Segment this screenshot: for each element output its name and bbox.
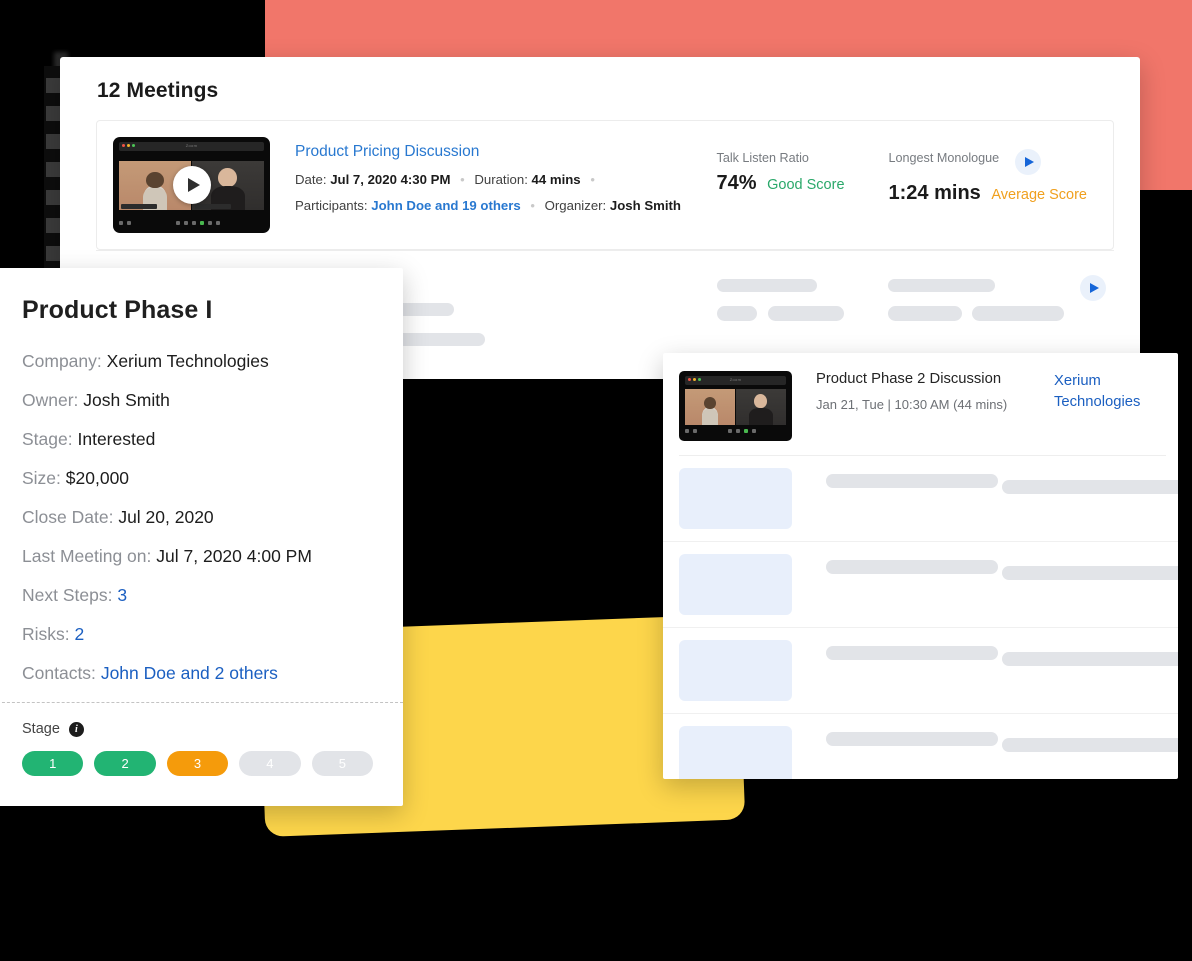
date-value: Jul 7, 2020 4:30 PM <box>330 172 451 187</box>
deal-field-list: Company: Xerium Technologies Owner: Josh… <box>22 351 373 684</box>
field-value-link[interactable]: 3 <box>117 585 127 605</box>
meeting-detail-subtitle: Jan 21, Tue | 10:30 AM (44 mins) <box>816 397 1008 412</box>
metric-value-2: 1:24 mins Average Score <box>889 182 1087 205</box>
organizer-value: Josh Smith <box>609 198 681 213</box>
deal-field-close-date: Close Date: Jul 20, 2020 <box>22 507 373 528</box>
video-app-label: Zoom <box>185 143 198 148</box>
meeting-detail-skeleton-row <box>663 628 1178 714</box>
skeleton-media-box <box>679 726 792 779</box>
skeleton-media-box <box>679 640 792 701</box>
meeting-detail-skeleton-row <box>663 542 1178 628</box>
meeting-detail-panel: Zoom Product Phase 2 Discussion Jan 21, … <box>663 353 1178 779</box>
field-value: $20,000 <box>65 468 130 488</box>
meeting-info: Product Pricing Discussion Date: Jul 7, … <box>270 137 717 213</box>
field-value: Interested <box>77 429 156 449</box>
separator-dot-2: • <box>530 198 535 213</box>
video-toolbar <box>119 218 264 228</box>
stage-label: Stage <box>22 721 60 737</box>
participant-name-right <box>195 204 231 209</box>
page-root: 12 Meetings Zoom Product Pricing Discuss… <box>0 0 1192 961</box>
stage-section-header: Stage i <box>22 721 373 737</box>
meeting-title-link[interactable]: Product Pricing Discussion <box>295 143 479 161</box>
field-value-link[interactable]: 2 <box>75 624 85 644</box>
meeting-detail-titles: Product Phase 2 Discussion Jan 21, Tue |… <box>792 371 1164 441</box>
meeting-detail-title: Product Phase 2 Discussion <box>816 371 1002 387</box>
deal-field-last-meeting: Last Meeting on: Jul 7, 2020 4:00 PM <box>22 546 373 567</box>
field-key: Next Steps: <box>22 585 113 605</box>
organizer-label: Organizer: <box>544 198 607 213</box>
meeting-participants-row: Participants: John Doe and 19 others • O… <box>295 198 717 213</box>
play-icon[interactable] <box>172 166 211 204</box>
meeting-video-thumbnail[interactable]: Zoom <box>113 137 270 233</box>
stage-pill-2[interactable]: 2 <box>94 751 156 776</box>
skeleton-media-box <box>679 468 792 529</box>
metric-number: 74% <box>716 172 757 194</box>
stage-pill-row: 1 2 3 4 5 <box>22 751 374 776</box>
deal-field-owner: Owner: Josh Smith <box>22 390 373 411</box>
skeleton-media-box <box>679 554 792 615</box>
meeting-detail-skeleton-row <box>663 714 1178 779</box>
metric-value: 74% Good Score <box>717 172 845 195</box>
metric-longest-monologue: Longest Monologue 1:24 mins Average Scor… <box>888 149 1087 205</box>
duration-value: 44 mins <box>531 172 581 187</box>
page-title: 12 Meetings <box>97 79 219 102</box>
field-value: Xerium Technologies <box>106 351 269 371</box>
deal-field-next-steps: Next Steps: 3 <box>22 585 373 606</box>
field-key: Close Date: <box>22 507 114 527</box>
participants-label: Participants: <box>295 198 368 213</box>
metric-score-badge: Good Score <box>767 177 845 193</box>
skeleton-text-lines <box>792 726 1178 779</box>
skeleton-text-lines <box>792 468 1178 529</box>
metric-number-2: 1:24 mins <box>888 182 981 204</box>
field-value: Josh Smith <box>83 390 170 410</box>
section-divider <box>0 702 403 703</box>
deal-field-company: Company: Xerium Technologies <box>22 351 373 372</box>
stage-pill-4[interactable]: 4 <box>239 751 301 776</box>
field-key: Owner: <box>22 390 79 410</box>
field-key: Size: <box>22 468 61 488</box>
participant-name-left <box>121 204 157 209</box>
separator-dot-trailing: • <box>590 172 595 187</box>
metric-label-2: Longest Monologue <box>888 151 1000 165</box>
field-key: Last Meeting on: <box>22 546 152 566</box>
field-key: Contacts: <box>22 663 96 683</box>
deal-field-contacts: Contacts: John Doe and 2 others <box>22 663 373 684</box>
info-icon[interactable]: i <box>68 721 84 737</box>
stage-pill-5[interactable]: 5 <box>311 751 374 776</box>
meeting-detail-thumbnail[interactable]: Zoom <box>679 371 792 441</box>
skeleton-text-lines <box>792 640 1178 701</box>
metric-talk-listen-ratio: Talk Listen Ratio 74% Good Score <box>717 151 845 205</box>
stage-pill-1[interactable]: 1 <box>22 751 84 776</box>
deal-field-risks: Risks: 2 <box>22 624 373 645</box>
play-icon-skeleton[interactable] <box>1080 275 1106 301</box>
field-key: Stage: <box>22 429 73 449</box>
deal-field-size: Size: $20,000 <box>22 468 373 489</box>
duration-label: Duration: <box>474 172 528 187</box>
participants-link[interactable]: John Doe and 19 others <box>371 198 521 213</box>
metric-label: Talk Listen Ratio <box>716 151 809 165</box>
separator-dot: • <box>460 172 465 187</box>
meeting-card[interactable]: Zoom Product Pricing Discussion Date: Ju… <box>96 120 1114 250</box>
deal-detail-panel: Product Phase I Company: Xerium Technolo… <box>0 268 403 806</box>
deal-title: Product Phase I <box>22 296 213 324</box>
stage-pill-3[interactable]: 3 <box>166 751 229 776</box>
meeting-metrics: Talk Listen Ratio 74% Good Score Longest… <box>717 137 1095 205</box>
field-value-link[interactable]: John Doe and 2 others <box>101 663 278 683</box>
deal-field-stage: Stage: Interested <box>22 429 373 450</box>
date-label: Date: <box>295 172 327 187</box>
meeting-detail-company-link[interactable]: Xerium Technologies <box>1054 371 1154 441</box>
field-value: Jul 20, 2020 <box>118 507 214 527</box>
meeting-date-row: Date: Jul 7, 2020 4:30 PM • Duration: 44… <box>295 172 717 187</box>
metric-score-badge-2: Average Score <box>991 187 1087 203</box>
meeting-detail-header: Zoom Product Phase 2 Discussion Jan 21, … <box>663 353 1178 441</box>
field-key: Company: <box>22 351 102 371</box>
field-key: Risks: <box>22 624 70 644</box>
skeleton-text-lines <box>792 554 1178 615</box>
field-value: Jul 7, 2020 4:00 PM <box>156 546 312 566</box>
play-icon-metric[interactable] <box>1015 149 1042 175</box>
meeting-detail-skeleton-row <box>663 456 1178 542</box>
